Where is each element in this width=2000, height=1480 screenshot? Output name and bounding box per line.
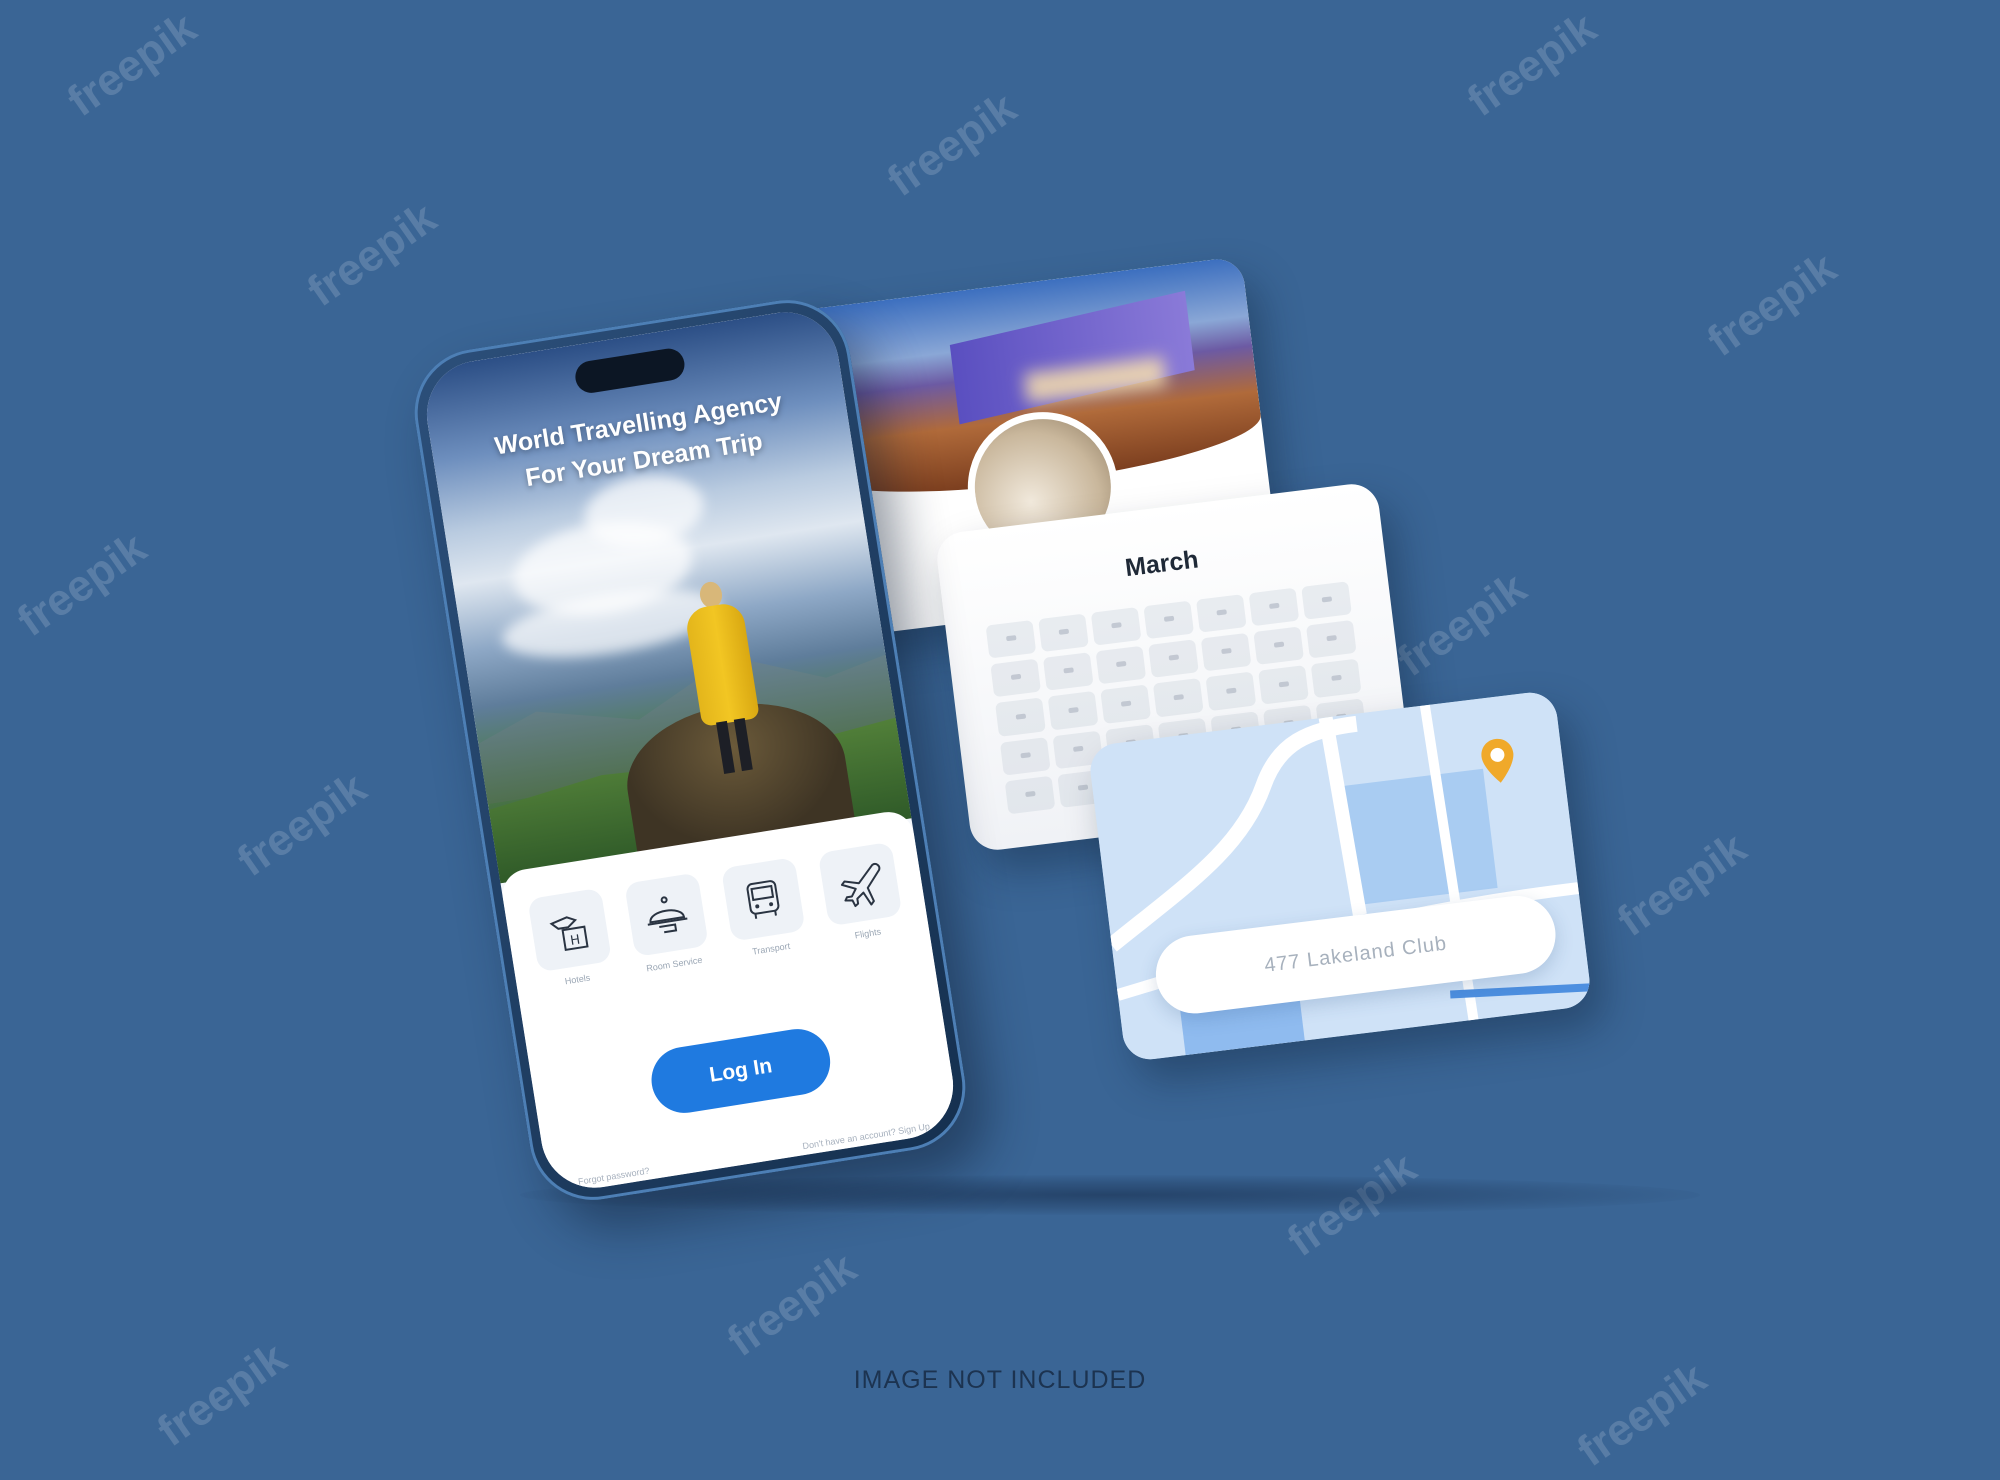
food-cloche-icon [624,872,709,958]
watermark: freepik [1388,563,1536,687]
calendar-day-cell[interactable] [1258,665,1309,705]
category-transport[interactable]: Transport [719,857,810,960]
calendar-day-cell[interactable] [995,697,1046,737]
calendar-day-cell[interactable] [1253,626,1305,666]
category-room-service[interactable]: Room Service [622,872,713,975]
category-label: Room Service [645,954,703,974]
category-label: Transport [751,940,791,957]
calendar-day-cell[interactable] [1305,620,1357,659]
watermark: freepik [148,1333,296,1457]
calendar-day-cell[interactable] [1143,600,1195,640]
calendar-day-cell[interactable] [1095,645,1147,685]
calendar-day-cell[interactable] [1301,581,1352,620]
calendar-day-cell[interactable] [1047,691,1099,731]
calendar-day-cell[interactable] [1200,633,1252,672]
watermark: freepik [8,523,156,647]
category-row: H Hotels Room Service Transport Flights [525,841,907,990]
category-flights[interactable]: Flights [816,841,907,944]
map-card[interactable]: 477 Lakeland Club [1087,689,1593,1063]
calendar-day-cell[interactable] [990,658,1042,698]
watermark: freepik [1698,243,1846,367]
calendar-day-cell[interactable] [1090,607,1142,646]
calendar-day-cell[interactable] [1195,594,1247,633]
svg-text:H: H [569,933,581,949]
watermark: freepik [298,193,446,317]
watermark: freepik [1458,3,1606,127]
bottom-sheet: H Hotels Room Service Transport Flights … [498,808,961,1196]
watermark: freepik [1608,823,1756,947]
calendar-day-cell[interactable] [1205,671,1257,711]
watermark: freepik [228,763,376,887]
category-hotels[interactable]: H Hotels [525,887,616,990]
location-pin-icon[interactable] [1477,735,1519,789]
watermark: freepik [58,3,206,127]
airplane-icon [817,841,903,927]
calendar-day-cell[interactable] [1042,652,1094,692]
hotel-icon: H [527,887,613,973]
watermark: freepik [878,83,1026,207]
map-view[interactable] [1087,689,1593,1063]
calendar-day-cell[interactable] [985,619,1037,659]
calendar-day-cell[interactable] [999,736,1051,776]
category-label: Hotels [564,972,591,987]
bus-icon [720,857,806,942]
image-caption: IMAGE NOT INCLUDED [853,1366,1147,1394]
category-label: Flights [854,926,882,941]
calendar-day-cell[interactable] [1038,613,1089,653]
calendar-day-cell[interactable] [1148,639,1199,679]
map-address-text: 477 Lakeland Club [1263,932,1449,977]
calendar-day-cell[interactable] [1004,775,1056,815]
calendar-day-cell[interactable] [1310,659,1362,698]
forgot-password-link[interactable]: Forgot password? [577,1166,650,1187]
calendar-day-cell[interactable] [1248,587,1300,627]
calendar-day-cell[interactable] [1100,684,1152,724]
calendar-day-cell[interactable] [1152,678,1204,718]
watermark: freepik [718,1243,866,1367]
hero-image: World Travelling Agency For Your Dream T… [419,304,911,884]
login-button[interactable]: Log In [646,1024,835,1118]
sign-up-link[interactable]: Don't have an account? Sign Up [802,1121,931,1151]
